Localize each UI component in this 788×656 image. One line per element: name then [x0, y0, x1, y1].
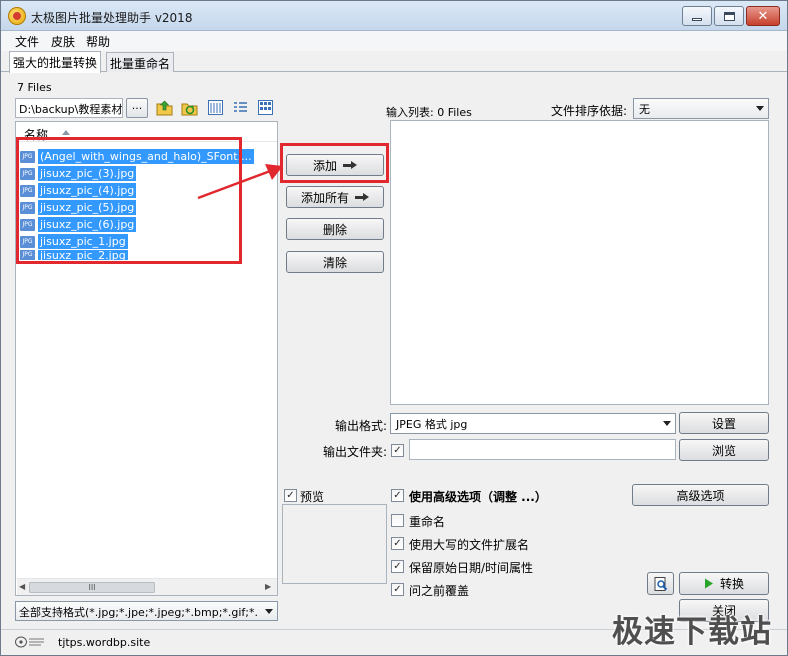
file-count: 7 Files	[17, 81, 52, 94]
uppercase-ext-label: 使用大写的文件扩展名	[409, 538, 530, 552]
arrow-right-icon	[355, 193, 369, 201]
folder-up-icon[interactable]	[156, 99, 173, 116]
delete-button[interactable]: 删除	[286, 218, 384, 240]
chevron-down-icon	[265, 609, 273, 614]
add-button-highlight	[280, 143, 389, 183]
list-view-icon[interactable]	[207, 99, 224, 116]
sort-label: 文件排序依据:	[551, 104, 628, 118]
sort-value: 无	[639, 103, 650, 116]
output-folder-label: 输出文件夹:	[323, 445, 388, 459]
title-bar: 太极图片批量处理助手 v2018 ✕	[1, 1, 787, 31]
tab-batch-rename[interactable]: 批量重命名	[106, 52, 175, 72]
output-format-label: 输出格式:	[335, 419, 388, 433]
menu-help[interactable]: 帮助	[86, 33, 110, 50]
magnifier-doc-icon	[654, 576, 667, 591]
output-folder-field[interactable]	[409, 439, 676, 460]
annotation-arrow-icon	[197, 164, 283, 200]
advanced-options-checkbox[interactable]: ✓	[391, 489, 404, 502]
preview-search-button[interactable]	[647, 572, 674, 595]
app-window: 太极图片批量处理助手 v2018 ✕ 文件 皮肤 帮助 强大的批量转换 批量重命…	[0, 0, 788, 656]
uppercase-ext-checkbox[interactable]: ✓	[391, 537, 404, 550]
refresh-icon[interactable]	[181, 99, 198, 116]
play-icon	[704, 578, 713, 589]
rename-label: 重命名	[409, 515, 446, 529]
add-all-button[interactable]: 添加所有	[286, 186, 384, 208]
thumbnail-view-icon[interactable]	[257, 99, 274, 116]
menu-skin[interactable]: 皮肤	[51, 33, 75, 50]
menu-bar: 文件 皮肤 帮助	[1, 31, 787, 51]
preview-label: 预览	[300, 490, 325, 504]
input-file-list[interactable]	[390, 120, 769, 405]
maximize-icon	[723, 11, 735, 21]
overwrite-checkbox[interactable]: ✓	[391, 583, 404, 596]
settings-button[interactable]: 设置	[679, 412, 769, 434]
scroll-thumb[interactable]: III	[29, 582, 155, 593]
horizontal-scrollbar[interactable]: ◀ III ▶	[17, 578, 277, 595]
browse-folder-button[interactable]: ...	[126, 98, 148, 118]
rename-checkbox[interactable]	[391, 514, 404, 527]
watermark-text: 极速下载站	[612, 614, 772, 650]
chevron-down-icon	[756, 106, 764, 111]
add-all-label: 添加所有	[300, 190, 349, 205]
sort-select[interactable]: 无	[633, 98, 769, 119]
output-format-value: JPEG 格式 jpg	[396, 418, 468, 431]
sort-ascending-icon	[62, 130, 70, 135]
convert-label: 转换	[719, 577, 744, 591]
preview-checkbox[interactable]: ✓	[284, 489, 297, 502]
keep-date-checkbox[interactable]: ✓	[391, 560, 404, 573]
browse-output-button[interactable]: 浏览	[679, 439, 769, 461]
advanced-options-button[interactable]: 高级选项	[632, 484, 769, 506]
close-icon: ✕	[757, 8, 769, 24]
folder-path-field[interactable]: D:\backup\教程素材	[15, 98, 123, 118]
details-view-icon[interactable]	[232, 99, 249, 116]
file-type-filter[interactable]: 全部支持格式(*.jpg;*.jpe;*.jpeg;*.bmp;*.gif;*.	[15, 601, 278, 621]
filter-value: 全部支持格式(*.jpg;*.jpe;*.jpeg;*.bmp;*.gif;*.	[19, 606, 259, 619]
app-logo-icon	[8, 7, 26, 25]
chevron-down-icon	[663, 421, 671, 426]
output-folder-checkbox[interactable]: ✓	[391, 444, 404, 457]
advanced-options-label: 使用高级选项（调整 ...）	[409, 490, 547, 504]
tab-strip: 强大的批量转换 批量重命名	[1, 51, 787, 73]
keep-date-label: 保留原始日期/时间属性	[409, 561, 534, 575]
status-activity-icon	[15, 636, 44, 648]
tab-batch-convert[interactable]: 强大的批量转换	[9, 51, 102, 73]
scroll-left-icon[interactable]: ◀	[19, 582, 25, 591]
input-list-label: 输入列表: 0 Files	[386, 106, 472, 119]
status-site: tjtps.wordbp.site	[58, 636, 151, 649]
preview-pane	[282, 504, 387, 584]
close-window-button[interactable]: ✕	[746, 6, 780, 26]
maximize-button[interactable]	[714, 6, 744, 26]
convert-button[interactable]: 转换	[679, 572, 769, 595]
overwrite-label: 问之前覆盖	[409, 584, 470, 598]
minimize-icon	[692, 17, 702, 21]
output-format-select[interactable]: JPEG 格式 jpg	[390, 413, 676, 434]
menu-file[interactable]: 文件	[15, 33, 39, 50]
minimize-button[interactable]	[682, 6, 712, 26]
window-title: 太极图片批量处理助手 v2018	[31, 11, 193, 25]
clear-button[interactable]: 清除	[286, 251, 384, 273]
scroll-right-icon[interactable]: ▶	[265, 582, 271, 591]
